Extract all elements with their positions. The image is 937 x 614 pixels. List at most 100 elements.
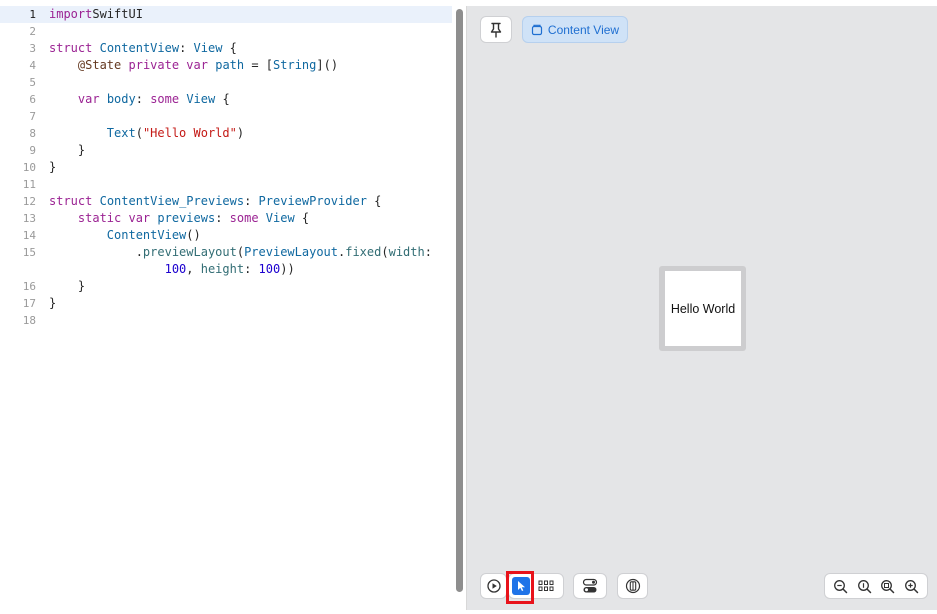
pin-preview-button[interactable] bbox=[480, 16, 512, 43]
variants-grid-button[interactable] bbox=[537, 578, 555, 594]
code-token: . bbox=[49, 245, 143, 259]
code-line[interactable]: 4 @State private var path = [String]() bbox=[0, 57, 452, 74]
code-token: ( bbox=[381, 245, 389, 259]
code-token: 100 bbox=[164, 262, 187, 276]
code-line[interactable]: 18 bbox=[0, 312, 452, 329]
zoom-actual-icon[interactable] bbox=[857, 579, 872, 594]
code-line[interactable]: 11 bbox=[0, 176, 452, 193]
code-token: ContentView bbox=[106, 228, 187, 242]
code-line[interactable]: 14 ContentView() bbox=[0, 227, 452, 244]
code-line[interactable]: 9 } bbox=[0, 142, 452, 159]
code-token: previewLayout bbox=[142, 245, 237, 259]
zoom-fit-icon[interactable] bbox=[880, 579, 895, 594]
code-token: { bbox=[215, 92, 230, 106]
content-view-button[interactable]: Content View bbox=[522, 16, 628, 43]
code-editor[interactable]: 1 importSwiftUI 2 3 struct ContentView: View… bbox=[0, 6, 452, 610]
code-text: } bbox=[49, 278, 85, 295]
code-token: struct bbox=[49, 194, 93, 208]
code-token: )) bbox=[280, 262, 295, 276]
device-settings-icon bbox=[625, 578, 641, 594]
code-text: } bbox=[49, 142, 85, 159]
zoom-in-icon[interactable] bbox=[904, 579, 919, 594]
code-token: "Hello World" bbox=[142, 126, 237, 140]
code-line[interactable]: 3 struct ContentView: View { bbox=[0, 40, 452, 57]
code-line[interactable]: 17} bbox=[0, 295, 452, 312]
code-token: { bbox=[294, 211, 310, 225]
code-token: String bbox=[273, 58, 317, 72]
preview-device[interactable]: Hello World bbox=[665, 271, 741, 346]
code-line[interactable]: 1 importSwiftUI bbox=[0, 6, 452, 23]
code-text: static var previews: some View { bbox=[49, 210, 309, 227]
code-token: height bbox=[200, 262, 245, 276]
line-number: 17 bbox=[22, 297, 36, 310]
line-number: 1 bbox=[29, 8, 36, 21]
code-text: } bbox=[49, 295, 56, 312]
grid-icon bbox=[538, 580, 554, 592]
code-token: } bbox=[49, 279, 86, 293]
code-token: ( bbox=[135, 126, 143, 140]
code-line[interactable]: 10} bbox=[0, 159, 452, 176]
live-preview-button[interactable] bbox=[480, 573, 507, 599]
code-token: SwiftUI bbox=[92, 7, 143, 21]
line-number: 7 bbox=[29, 110, 36, 123]
code-token: : bbox=[135, 92, 151, 106]
code-token: path bbox=[215, 58, 245, 72]
line-number: 9 bbox=[29, 144, 36, 157]
code-text: .previewLayout(PreviewLayout.fixed(width… bbox=[49, 244, 432, 261]
code-line[interactable]: 5 bbox=[0, 74, 452, 91]
code-token: @State bbox=[77, 58, 122, 72]
line-number: 3 bbox=[29, 42, 36, 55]
code-token: View bbox=[186, 92, 216, 106]
line-number: 18 bbox=[22, 314, 36, 327]
code-token: : bbox=[244, 194, 259, 208]
line-number: 11 bbox=[22, 178, 36, 191]
line-number: 6 bbox=[29, 93, 36, 106]
code-token: some bbox=[229, 211, 259, 225]
code-line[interactable]: 7 bbox=[0, 108, 452, 125]
variants-button[interactable] bbox=[573, 573, 607, 599]
device-settings-button[interactable] bbox=[617, 573, 648, 599]
code-token: { bbox=[222, 41, 237, 55]
code-token: } bbox=[49, 296, 57, 310]
code-line[interactable]: 12 struct ContentView_Previews: PreviewPr… bbox=[0, 193, 452, 210]
code-text: } bbox=[49, 159, 56, 176]
code-text: var body: some View { bbox=[49, 91, 230, 108]
line-number: 15 bbox=[22, 246, 36, 259]
code-line[interactable]: 100, height: 100)) bbox=[0, 261, 452, 278]
code-line[interactable]: 6 var body: some View { bbox=[0, 91, 452, 108]
code-token: PreviewProvider bbox=[258, 194, 367, 208]
code-line[interactable]: 13 static var previews: some View { bbox=[0, 210, 452, 227]
pin-icon bbox=[489, 22, 503, 38]
code-token: body bbox=[106, 92, 136, 106]
code-text: @State private var path = [String]() bbox=[49, 57, 338, 74]
code-text: Text("Hello World") bbox=[49, 125, 244, 142]
line-number: 12 bbox=[22, 195, 36, 208]
code-token: } bbox=[49, 160, 57, 174]
zoom-out-icon[interactable] bbox=[833, 579, 848, 594]
code-token: View bbox=[193, 41, 223, 55]
code-token: static var bbox=[77, 211, 151, 225]
code-line[interactable]: 2 bbox=[0, 23, 452, 40]
code-text: struct ContentView_Previews: PreviewProv… bbox=[49, 193, 381, 210]
code-token: ]() bbox=[316, 58, 339, 72]
code-line[interactable]: 15 .previewLayout(PreviewLayout.fixed(wi… bbox=[0, 244, 452, 261]
cube-icon bbox=[531, 24, 543, 36]
code-token: previews bbox=[157, 211, 216, 225]
editor-scrollbar[interactable] bbox=[456, 9, 463, 592]
code-line[interactable]: 8 Text("Hello World") bbox=[0, 125, 452, 142]
code-line[interactable]: 16 } bbox=[0, 278, 452, 295]
code-token: 100 bbox=[258, 262, 281, 276]
code-token: struct bbox=[49, 41, 93, 55]
code-token: } bbox=[49, 143, 86, 157]
code-token: = [ bbox=[244, 58, 274, 72]
toggle-icon bbox=[582, 578, 598, 594]
